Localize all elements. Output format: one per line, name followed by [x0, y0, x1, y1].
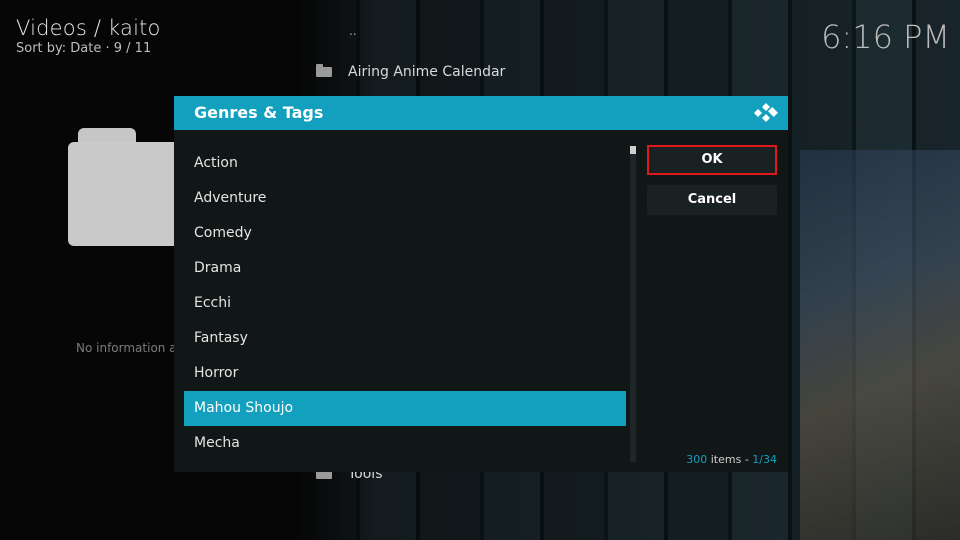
folder-icon [316, 64, 332, 77]
clock: 6:16 PM [821, 18, 950, 56]
list-item[interactable]: Adventure [184, 181, 626, 216]
ok-button[interactable]: OK [647, 145, 777, 175]
sort-info: Sort by: Date · 9 / 11 [16, 41, 152, 56]
item-total: 300 [686, 453, 708, 466]
list-item-selected[interactable]: Mahou Shoujo [184, 391, 626, 426]
list-item-airing-anime-calendar[interactable]: Airing Anime Calendar [316, 64, 505, 80]
list-item[interactable]: Horror [184, 356, 626, 391]
scrollbar-thumb[interactable] [630, 146, 636, 154]
list-scrollbar[interactable] [630, 146, 636, 462]
list-item[interactable]: Mecha [184, 426, 626, 461]
background-poster [800, 150, 960, 540]
dialog-header: Genres & Tags [174, 96, 788, 130]
cancel-button[interactable]: Cancel [647, 185, 777, 215]
genres-tags-dialog: Genres & Tags Action Adventure Comedy Dr… [174, 96, 788, 472]
genre-list[interactable]: Action Adventure Comedy Drama Ecchi Fant… [184, 146, 636, 462]
parent-folder-item[interactable]: .. [349, 24, 357, 38]
items-word: items [710, 453, 742, 466]
page-indicator: 1/34 [752, 453, 777, 466]
page-title: Videos / kaito [16, 16, 161, 40]
list-item[interactable]: Ecchi [184, 286, 626, 321]
kodi-logo-icon [754, 103, 778, 122]
dialog-title: Genres & Tags [194, 103, 324, 122]
no-information-text: No information a [76, 341, 177, 355]
list-item[interactable]: Drama [184, 251, 626, 286]
item-count: 300 items - 1/34 [686, 453, 777, 466]
list-item[interactable]: Comedy [184, 216, 626, 251]
list-item[interactable]: Fantasy [184, 321, 626, 356]
list-item-label: Airing Anime Calendar [348, 64, 506, 80]
count-separator: - [741, 453, 753, 466]
list-item[interactable]: Action [184, 146, 626, 181]
